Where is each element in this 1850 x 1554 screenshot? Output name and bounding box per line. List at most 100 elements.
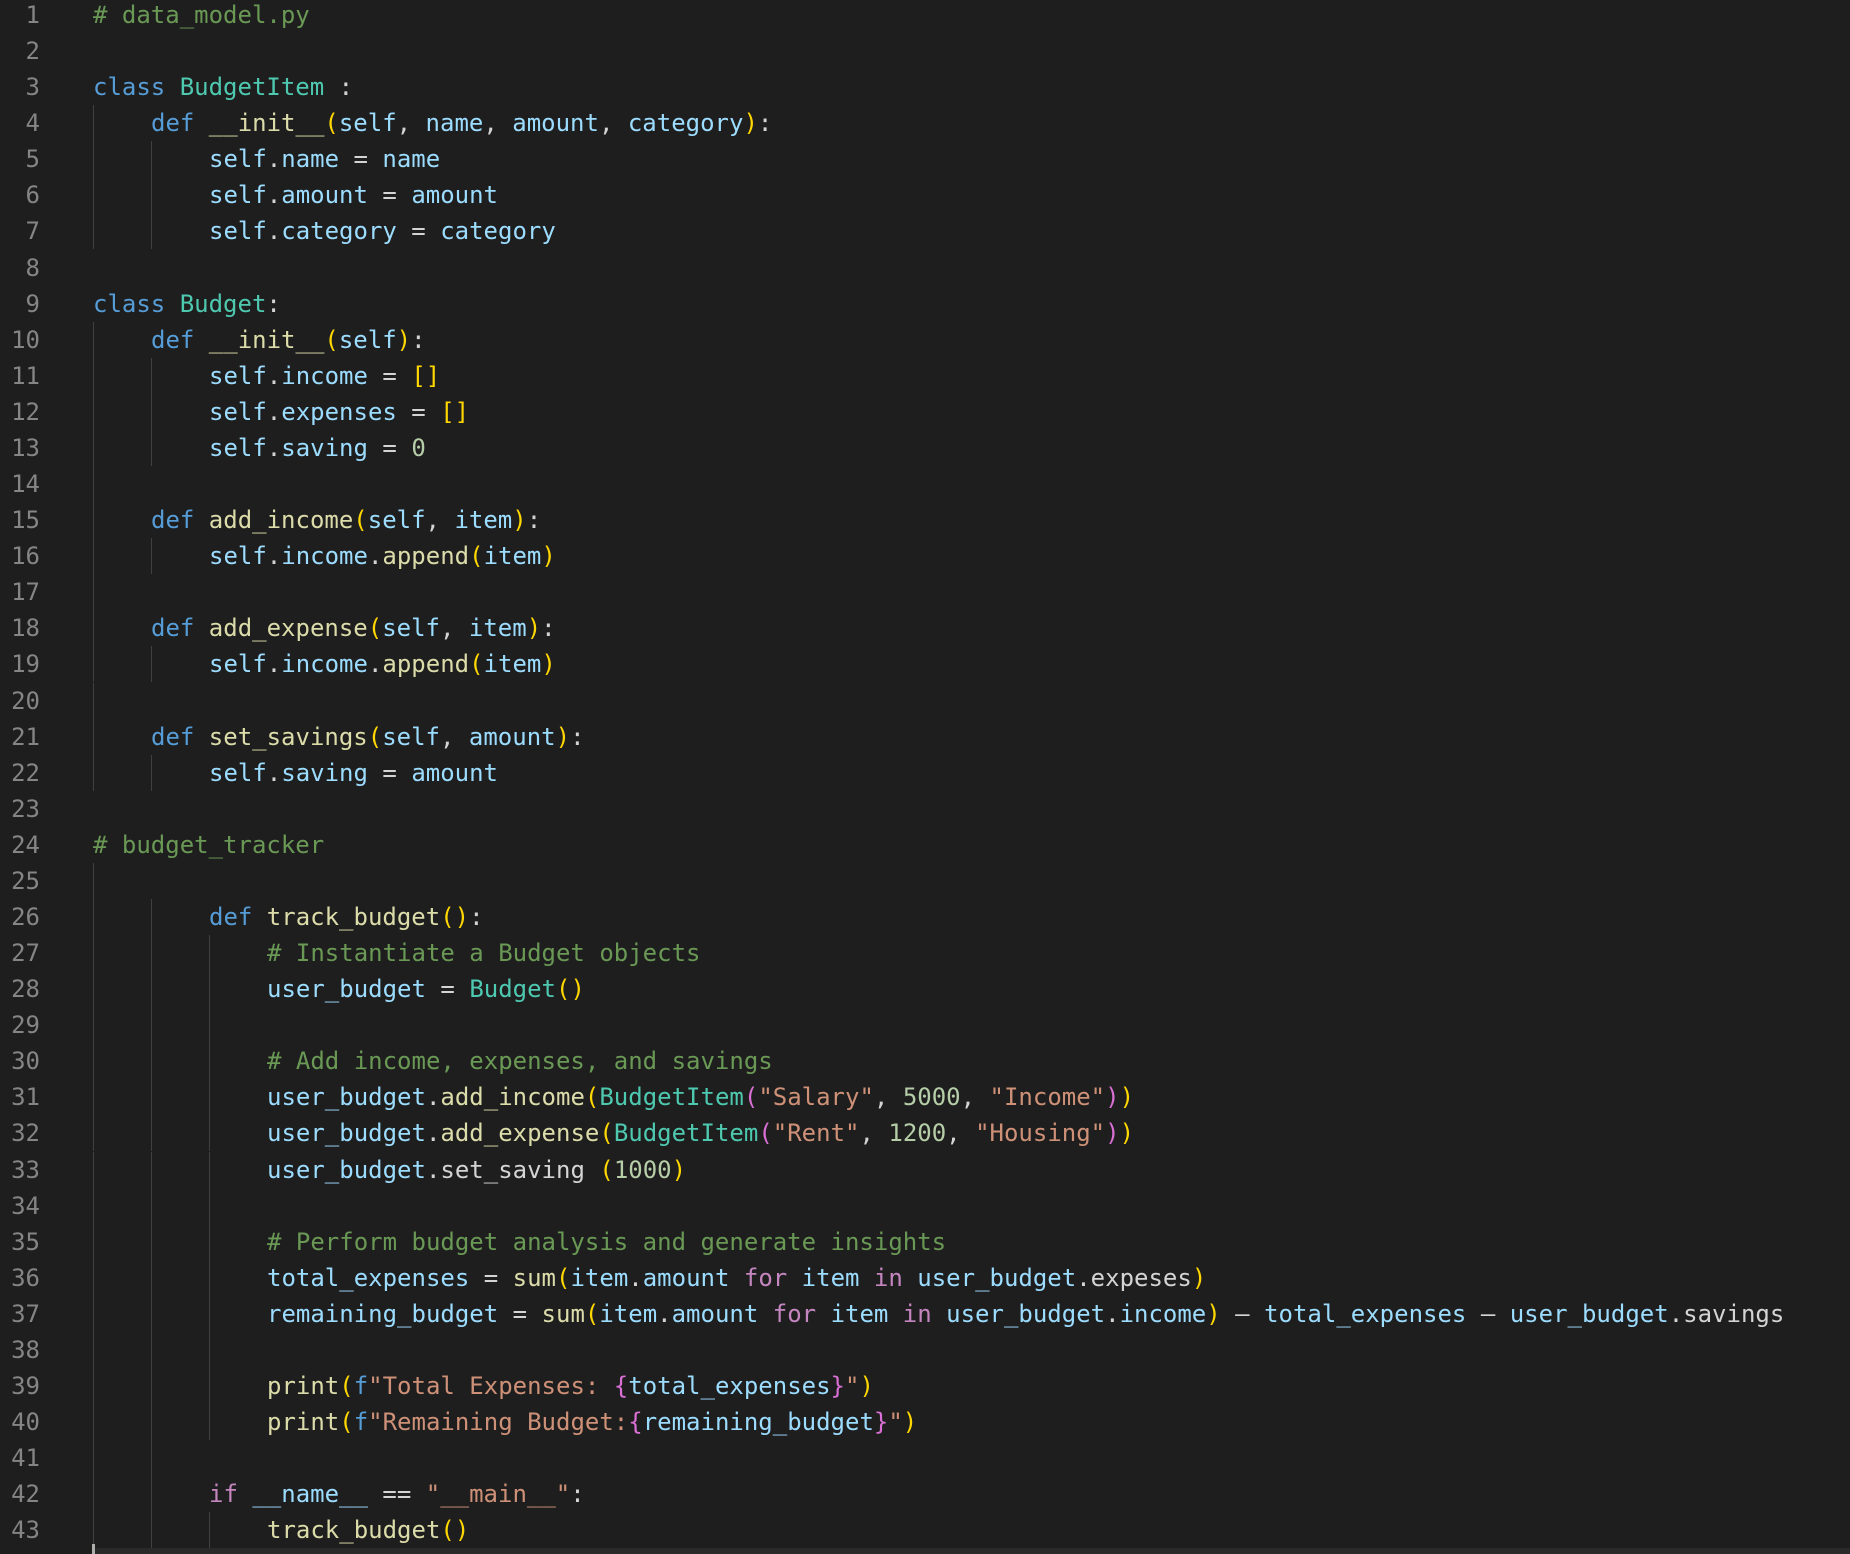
code-line[interactable]: 30 # Add income, expenses, and savings — [0, 1043, 1850, 1080]
code-line[interactable]: 35 # Perform budget analysis and generate… — [0, 1223, 1850, 1260]
code-token: user_budget — [267, 1083, 426, 1112]
code-token: "Remaining Budget: — [368, 1408, 629, 1437]
indent-guide — [151, 1295, 152, 1332]
code-token: category — [281, 217, 397, 246]
code-token: # Add income, expenses, and savings — [267, 1047, 773, 1076]
code-token: remaining_budget — [642, 1408, 874, 1437]
horizontal-scrollbar[interactable] — [93, 1548, 1850, 1554]
code-line[interactable]: 6 self.amount = amount — [0, 177, 1850, 214]
code-token: ) — [396, 325, 412, 354]
code-line[interactable]: 40 print(f"Remaining Budget:{remaining_bu… — [0, 1404, 1850, 1441]
code-token: = — [469, 1263, 513, 1292]
code-line[interactable]: 2 — [0, 33, 1850, 69]
code-line[interactable]: 1 # data_model.py — [0, 0, 1850, 33]
code-text: total_expenses = sum(item.amount for ite… — [267, 1260, 1206, 1296]
code-line[interactable]: 11 self.income = [] — [0, 357, 1850, 394]
code-token: , — [859, 1119, 889, 1148]
code-text: self.name = name — [209, 141, 440, 177]
indent-guide — [151, 141, 152, 178]
code-line[interactable]: 41 — [0, 1440, 1850, 1477]
code-line[interactable]: 32 user_budget.add_expense(BudgetItem("Re… — [0, 1115, 1850, 1152]
indent-guide — [151, 935, 152, 972]
code-line[interactable]: 31 user_budget.add_income(BudgetItem("Sal… — [0, 1079, 1850, 1116]
code-line[interactable]: 9 class Budget: — [0, 286, 1850, 322]
code-token: ) — [859, 1372, 874, 1401]
line-number: 28 — [11, 975, 40, 1004]
indent-guide — [151, 1007, 152, 1044]
indent-guide — [209, 1331, 210, 1368]
code-line[interactable]: 36 total_expenses = sum(item.amount for i… — [0, 1259, 1850, 1296]
code-token: = — [498, 1299, 542, 1328]
line-number: 37 — [11, 1299, 40, 1328]
code-line[interactable]: 17 — [0, 574, 1850, 611]
line-number: 14 — [11, 470, 40, 499]
code-token: ( — [367, 614, 383, 643]
code-editor[interactable]: 1 # data_model.py 2 3 class BudgetItem :4 def… — [0, 0, 1850, 1554]
code-token: total_expenses — [267, 1263, 470, 1292]
code-line[interactable]: 15 def add_income(self, item): — [0, 502, 1850, 539]
code-line[interactable]: 37 remaining_budget = sum(item.amount for… — [0, 1295, 1850, 1332]
code-line[interactable]: 10 def __init__(self): — [0, 321, 1850, 358]
line-number: 30 — [11, 1047, 40, 1076]
code-line[interactable]: 4 def __init__(self, name, amount, catego… — [0, 105, 1850, 142]
indent-guide — [93, 899, 94, 935]
code-text: self.saving = 0 — [209, 430, 426, 466]
code-token: amount — [411, 758, 499, 787]
code-line[interactable]: 3 class BudgetItem : — [0, 69, 1850, 105]
code-token: ( — [584, 1299, 600, 1328]
line-number: 19 — [11, 650, 40, 679]
indent-guide — [151, 1043, 152, 1080]
line-number: 8 — [25, 253, 40, 282]
code-token: { — [613, 1372, 629, 1401]
code-line[interactable]: 42 if __name__ == "__main__": — [0, 1476, 1850, 1513]
code-token: "Rent" — [772, 1119, 860, 1148]
code-line[interactable]: 33 user_budget.set_saving (1000) — [0, 1151, 1850, 1188]
code-token: user_budget — [917, 1263, 1077, 1292]
indent-guide — [151, 393, 152, 430]
code-line[interactable]: 34 — [0, 1187, 1850, 1224]
code-line[interactable]: 25 — [0, 862, 1850, 899]
code-line[interactable]: 5 self.name = name — [0, 141, 1850, 178]
code-line[interactable]: 26 def track_budget(): — [0, 899, 1850, 935]
line-number: 16 — [11, 542, 40, 571]
code-line[interactable]: 20 — [0, 682, 1850, 719]
code-token: : — [541, 614, 556, 643]
line-number: 11 — [11, 361, 40, 390]
code-line[interactable]: 18 def add_expense(self, item): — [0, 610, 1850, 647]
code-line[interactable]: 14 — [0, 466, 1850, 503]
code-token: user_budget — [267, 975, 426, 1004]
code-line[interactable]: 16 self.income.append(item) — [0, 538, 1850, 575]
code-token: = — [367, 181, 412, 210]
code-token: category — [440, 217, 556, 246]
line-number: 25 — [11, 866, 40, 895]
indent-guide — [209, 1079, 210, 1116]
code-token: self — [382, 722, 440, 751]
code-line[interactable]: 19 self.income.append(item) — [0, 646, 1850, 683]
code-line[interactable]: 7 self.category = category — [0, 213, 1850, 250]
code-line[interactable]: 22 self.saving = amount — [0, 754, 1850, 791]
code-token: item — [483, 650, 542, 679]
code-token: amount — [642, 1263, 730, 1292]
code-token: ( — [469, 650, 484, 679]
code-line[interactable]: 27 # Instantiate a Budget objects — [0, 935, 1850, 972]
code-line[interactable]: 8 — [0, 250, 1850, 286]
indent-guide — [93, 1007, 94, 1044]
code-token: . — [266, 650, 282, 679]
code-text: self.expenses = [] — [209, 394, 469, 430]
code-line[interactable]: 28 user_budget = Budget() — [0, 971, 1850, 1008]
indent-guide — [209, 1223, 210, 1260]
code-line[interactable]: 38 — [0, 1331, 1850, 1368]
code-text: print(f"Total Expenses: {total_expenses}… — [267, 1368, 874, 1404]
code-line[interactable]: 43 track_budget() — [0, 1512, 1850, 1549]
code-line[interactable]: 29 — [0, 1007, 1850, 1044]
code-line[interactable]: 13 self.saving = 0 — [0, 429, 1850, 466]
code-line[interactable]: 12 self.expenses = [] — [0, 393, 1850, 430]
code-token: = — [367, 433, 412, 462]
code-line[interactable]: 23 — [0, 791, 1850, 827]
code-token: ) — [541, 650, 556, 679]
code-line[interactable]: 24 # budget_tracker — [0, 827, 1850, 863]
code-token: def — [151, 109, 209, 138]
code-line[interactable]: 21 def set_savings(self, amount): — [0, 718, 1850, 755]
code-line[interactable]: 39 print(f"Total Expenses: {total_expense… — [0, 1368, 1850, 1405]
indent-guide — [151, 1115, 152, 1152]
